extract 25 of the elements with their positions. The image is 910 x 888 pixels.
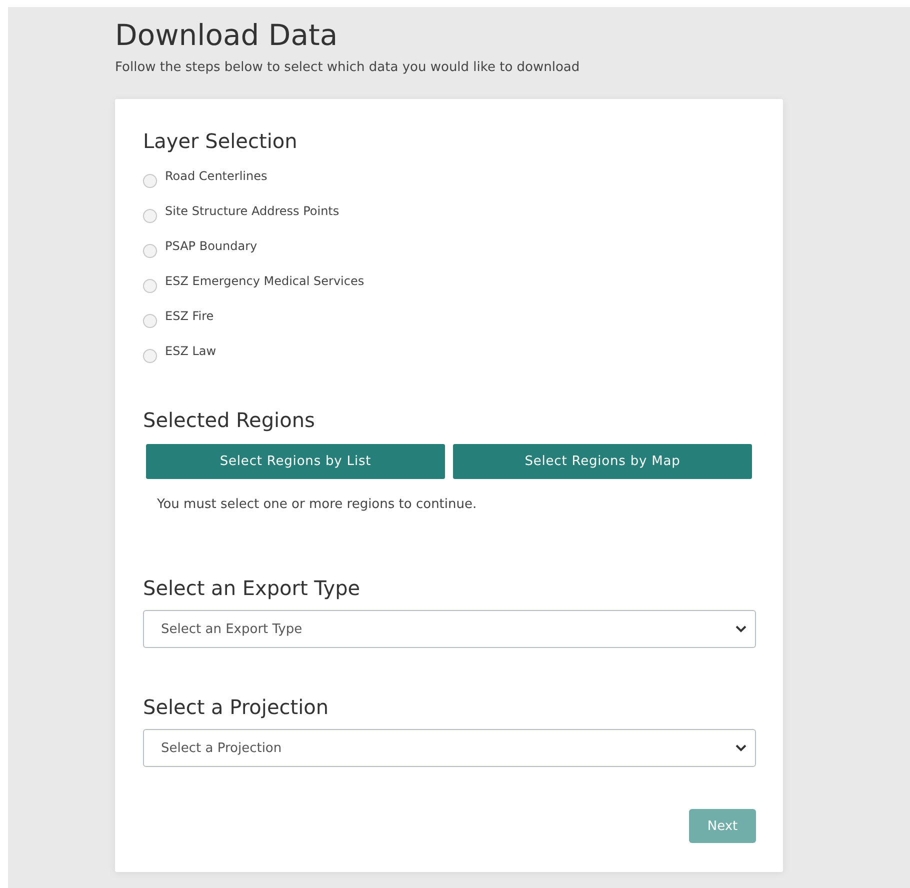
radio-label[interactable]: ESZ Emergency Medical Services [165, 274, 364, 288]
section-heading: Selected Regions [143, 407, 316, 434]
radio-label[interactable]: Road Centerlines [165, 168, 268, 182]
radio-button[interactable] [143, 349, 157, 363]
radio-label[interactable]: PSAP Boundary [165, 238, 258, 252]
chevron-down-icon [735, 744, 747, 752]
validation-message: You must select one or more regions to continue. [157, 497, 478, 512]
radio-label[interactable]: ESZ Law [165, 344, 216, 358]
page-title: Download Data [115, 17, 339, 53]
radio-button[interactable] [143, 279, 157, 293]
export-type-dropdown[interactable]: Select an Export Type [143, 610, 756, 648]
chevron-down-icon [735, 625, 747, 633]
section-heading: Select an Export Type [143, 575, 362, 602]
section-heading: Layer Selection [143, 128, 298, 155]
radio-button[interactable] [143, 244, 157, 258]
section-heading: Select a Projection [143, 694, 330, 721]
radio-button[interactable] [143, 174, 157, 188]
select-regions-button[interactable]: Select Regions by List [146, 444, 445, 479]
projection-dropdown[interactable]: Select a Projection [143, 729, 756, 767]
select-regions-button[interactable]: Select Regions by Map [453, 444, 752, 479]
radio-button[interactable] [143, 209, 157, 223]
radio-label[interactable]: ESZ Fire [165, 308, 214, 322]
page-subtitle: Follow the steps below to select which data you would like to download [115, 59, 581, 77]
radio-label[interactable]: Site Structure Address Points [165, 204, 340, 218]
radio-button[interactable] [143, 314, 157, 328]
